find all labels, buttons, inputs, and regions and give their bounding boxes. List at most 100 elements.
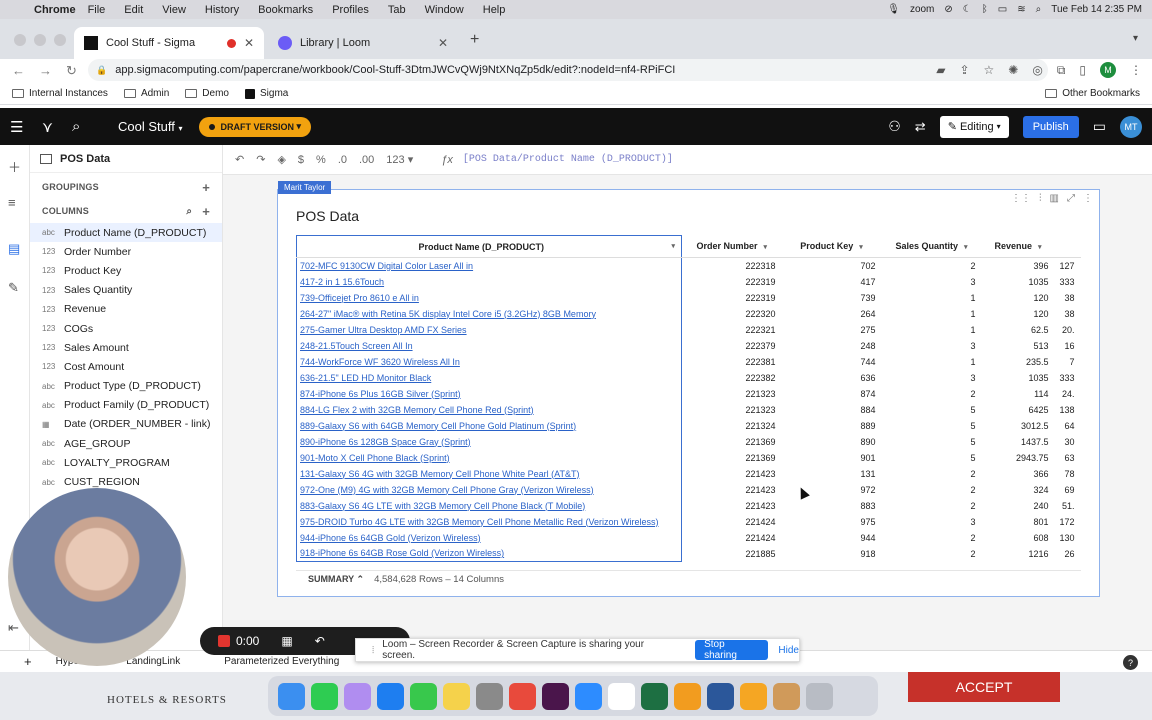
- table-row[interactable]: 248-21.5Touch Screen All In 222379 248 3 513…: [296, 337, 1081, 354]
- formula-input[interactable]: [POS Data/Product Name (D_PRODUCT)]: [463, 154, 673, 165]
- stop-recording-icon[interactable]: [218, 635, 230, 647]
- workbook-title[interactable]: Cool Stuff ▾: [118, 119, 183, 134]
- chevron-down-icon[interactable]: ▾: [671, 242, 675, 250]
- add-user-icon[interactable]: ⚇: [888, 118, 901, 135]
- clock[interactable]: Tue Feb 14 2:35 PM: [1051, 4, 1142, 15]
- table-row[interactable]: 890-iPhone 6s 128GB Space Gray (Sprint) 2…: [296, 433, 1081, 450]
- user-avatar[interactable]: MT: [1120, 115, 1142, 138]
- chevron-down-icon[interactable]: ▾: [1133, 33, 1138, 44]
- webcam-bubble[interactable]: [8, 488, 186, 666]
- table-row[interactable]: 744-WorkForce WF 3620 Wireless All In 222…: [296, 353, 1081, 370]
- maximize-window-button[interactable]: [54, 34, 66, 46]
- product-name-cell[interactable]: 417-2 in 1 15.6Touch: [296, 273, 682, 290]
- sublime-icon[interactable]: [674, 682, 701, 710]
- more-icon[interactable]: ⋮: [1083, 193, 1093, 204]
- table-element[interactable]: Marit Taylor ⋮⋮ ⫶ ▥ ⤢ ⋮ POS Data Product…: [277, 181, 1100, 597]
- table-row[interactable]: 884-LG Flex 2 with 32GB Memory Cell Phon…: [296, 401, 1081, 418]
- table-row[interactable]: 944-iPhone 6s 64GB Gold (Verizon Wireles…: [296, 529, 1081, 546]
- product-name-cell[interactable]: 890-iPhone 6s 128GB Space Gray (Sprint): [296, 433, 682, 450]
- star-icon[interactable]: ☆: [984, 63, 995, 77]
- product-name-cell[interactable]: 275-Gamer Ultra Desktop AMD FX Series: [296, 321, 682, 338]
- product-name-cell[interactable]: 883-Galaxy S6 4G LTE with 32GB Memory Ce…: [296, 497, 682, 514]
- page-tab-parameterized[interactable]: Parameterized Everything: [224, 656, 339, 667]
- settings-icon[interactable]: [476, 682, 503, 710]
- other-bookmarks[interactable]: Other Bookmarks: [1045, 88, 1140, 99]
- increase-decimal-icon[interactable]: .00: [359, 154, 374, 166]
- format-icon[interactable]: ✎: [8, 280, 19, 296]
- add-column-button[interactable]: +: [202, 204, 210, 219]
- column-header-order-number[interactable]: Order Number ▾: [681, 235, 782, 258]
- launchpad-icon[interactable]: [344, 682, 371, 710]
- extension-icon[interactable]: ◎: [1032, 63, 1042, 77]
- outline-icon[interactable]: ≡: [8, 195, 16, 210]
- table-row[interactable]: 636-21.5" LED HD Monitor Black 222382 636 3…: [296, 369, 1081, 386]
- table-row[interactable]: 739-Officejet Pro 8610 e All in 222319 739…: [296, 289, 1081, 306]
- puzzle-icon[interactable]: ⧉: [1057, 63, 1066, 78]
- chevron-down-icon[interactable]: ▾: [1038, 244, 1042, 251]
- photos-icon[interactable]: [740, 682, 767, 710]
- filter-icon[interactable]: ⫶: [1039, 193, 1042, 204]
- menu-tab[interactable]: Tab: [388, 4, 406, 16]
- data-panel-icon[interactable]: ▤: [8, 241, 20, 257]
- drag-handle-icon[interactable]: ⦙: [372, 645, 374, 656]
- chart-icon[interactable]: ▥: [1050, 193, 1059, 204]
- url-text[interactable]: app.sigmacomputing.com/papercrane/workbo…: [115, 64, 675, 76]
- bluetooth-icon[interactable]: ᛒ: [982, 4, 988, 15]
- facetime-icon[interactable]: [311, 682, 338, 710]
- product-name-cell[interactable]: 884-LG Flex 2 with 32GB Memory Cell Phon…: [296, 401, 682, 418]
- product-name-cell[interactable]: 944-iPhone 6s 64GB Gold (Verizon Wireles…: [296, 529, 682, 546]
- undo-icon[interactable]: ↶: [235, 153, 244, 166]
- table-row[interactable]: 874-iPhone 6s Plus 16GB Silver (Sprint) 2…: [296, 385, 1081, 402]
- sigma-logo-icon[interactable]: ⋎: [42, 118, 62, 136]
- close-icon[interactable]: ✕: [438, 36, 448, 50]
- column-item[interactable]: 123 Sales Amount: [30, 338, 222, 357]
- product-name-cell[interactable]: 874-iPhone 6s Plus 16GB Silver (Sprint): [296, 385, 682, 402]
- editing-mode-button[interactable]: ✎ Editing ▾: [939, 115, 1009, 138]
- percent-icon[interactable]: %: [316, 154, 326, 166]
- calendar-icon[interactable]: [608, 682, 635, 710]
- zoom-icon[interactable]: [575, 682, 602, 710]
- stop-sharing-button[interactable]: Stop sharing: [695, 639, 769, 661]
- bookmark-admin[interactable]: Admin: [123, 88, 169, 99]
- search-icon[interactable]: ⌕: [1036, 4, 1042, 15]
- slack-icon[interactable]: [542, 682, 569, 710]
- table-row[interactable]: 275-Gamer Ultra Desktop AMD FX Series 222…: [296, 321, 1081, 338]
- menu-history[interactable]: History: [205, 4, 239, 16]
- undo-icon[interactable]: ↶: [315, 634, 325, 648]
- chrome-icon[interactable]: [509, 682, 536, 710]
- summary-bar[interactable]: SUMMARY ⌃ 4,584,628 Rows – 14 Columns: [296, 570, 1081, 588]
- mic-icon[interactable]: 🎙: [887, 4, 900, 15]
- product-name-cell[interactable]: 131-Galaxy S6 4G with 32GB Memory Cell P…: [296, 465, 682, 482]
- decrease-decimal-icon[interactable]: .0: [338, 154, 347, 166]
- search-icon[interactable]: ⌕: [72, 118, 92, 135]
- add-grouping-button[interactable]: +: [202, 180, 210, 195]
- column-item[interactable]: 123 Sales Quantity: [30, 281, 222, 300]
- more-icon[interactable]: ⋮: [1130, 63, 1142, 77]
- product-name-cell[interactable]: 264-27" iMac® with Retina 5K display Int…: [296, 305, 682, 322]
- column-item[interactable]: abc Product Name (D_PRODUCT): [30, 223, 222, 243]
- table-row[interactable]: 417-2 in 1 15.6Touch 222319 417 3 1035 333: [296, 273, 1081, 290]
- column-item[interactable]: 123 Cost Amount: [30, 357, 222, 376]
- add-page-button[interactable]: +: [24, 654, 32, 669]
- table-row[interactable]: 975-DROID Turbo 4G LTE with 32GB Memory …: [296, 513, 1081, 530]
- column-item[interactable]: abc LOYALTY_PROGRAM: [30, 453, 222, 472]
- comment-icon[interactable]: ▭: [1093, 118, 1106, 135]
- menu-app-name[interactable]: Chrome: [34, 4, 76, 16]
- accept-button[interactable]: ACCEPT: [908, 672, 1060, 702]
- forward-icon[interactable]: →: [39, 63, 52, 79]
- product-name-cell[interactable]: 744-WorkForce WF 3620 Wireless All In: [296, 353, 682, 370]
- product-name-cell[interactable]: 889-Galaxy S6 with 64GB Memory Cell Phon…: [296, 417, 682, 434]
- hamburger-menu-icon[interactable]: ☰: [10, 118, 30, 136]
- hide-button[interactable]: Hide: [778, 645, 799, 656]
- block-icon[interactable]: ⊘: [944, 4, 952, 15]
- grid-icon[interactable]: ▦: [281, 634, 292, 648]
- column-header-product-name[interactable]: Product Name (D_PRODUCT) ▾: [296, 235, 682, 258]
- chevron-down-icon[interactable]: ▾: [764, 244, 768, 251]
- column-item[interactable]: abc Product Type (D_PRODUCT): [30, 377, 222, 396]
- product-name-cell[interactable]: 739-Officejet Pro 8610 e All in: [296, 289, 682, 306]
- chevron-down-icon[interactable]: ▾: [964, 244, 968, 251]
- element-title[interactable]: POS Data: [296, 208, 359, 224]
- profile-avatar[interactable]: M: [1100, 62, 1116, 78]
- trash-icon[interactable]: [806, 682, 833, 710]
- new-tab-button[interactable]: +: [470, 31, 479, 49]
